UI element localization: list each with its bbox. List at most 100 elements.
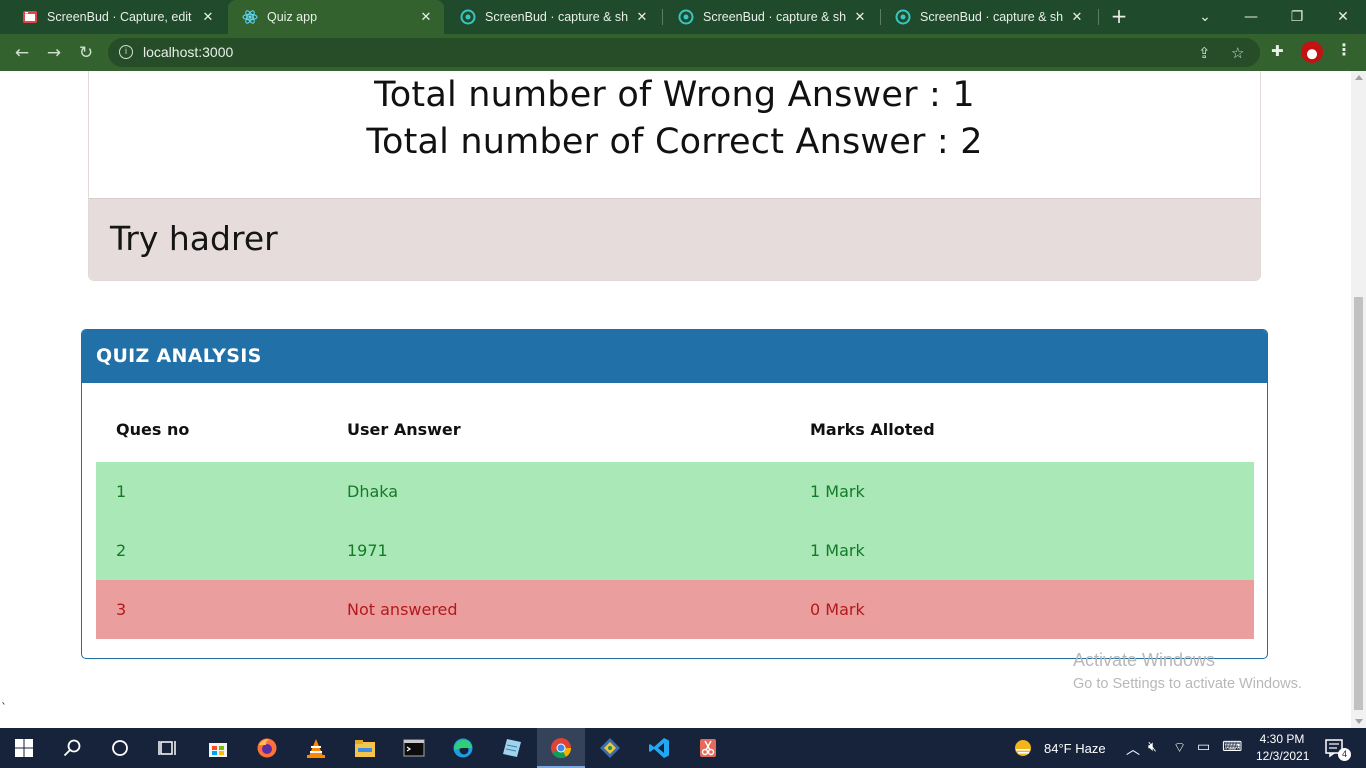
screenbud-teal-icon [678,9,694,25]
notepad-icon [503,739,521,757]
close-icon[interactable]: ✕ [852,9,868,25]
result-message-footer: Try hadrer [89,198,1260,280]
taskbar-file-explorer[interactable] [341,728,389,768]
activate-windows-watermark: Activate Windows Go to Settings to activ… [1073,650,1302,692]
tab-quiz-app[interactable]: Quiz app ✕ [228,0,444,34]
scroll-up-arrow-icon[interactable] [1355,75,1363,80]
url-text: localhost:3000 [143,44,234,60]
cell-ques-no: 2 [116,541,127,560]
cortana-button[interactable] [96,728,144,768]
tab-screenbud-4[interactable]: ScreenBud · capture & share ✕ [881,0,1095,34]
correct-answer-count: Total number of Correct Answer : 2 [366,122,983,162]
address-bar[interactable]: i localhost:3000 ⇪ ☆ [108,38,1260,67]
taskbar-firefox[interactable] [243,728,291,768]
vlc-icon [307,739,325,758]
windows-taskbar: 84°F Haze ︿ 🔇︎ ⌔ ▭ ⌨ 4:30 PM 12/3/2021 4 [0,728,1366,768]
cell-user-answer: Dhaka [347,482,399,501]
terminal-icon [403,739,425,757]
table-header-row: Ques no User Answer Marks Alloted [96,404,1254,462]
browser-tab-bar: ScreenBud · Capture, edit & s ✕ Quiz app… [0,0,1366,34]
screenbud-teal-icon [460,9,476,25]
weather-haze-icon[interactable] [1013,738,1033,758]
table-row: 3 Not answered 0 Mark [96,580,1254,639]
bookmark-star-icon[interactable]: ☆ [1231,44,1244,62]
extensions-puzzle-icon[interactable]: ✚ [1271,42,1284,60]
notification-count-badge: 4 [1338,748,1351,761]
profile-avatar[interactable] [1301,41,1323,63]
column-header-marks-alloted: Marks Alloted [810,420,935,439]
task-view-button[interactable] [144,728,192,768]
taskbar-chrome[interactable] [537,728,585,768]
analysis-table: Ques no User Answer Marks Alloted 1 Dhak… [96,404,1254,639]
info-icon[interactable]: i [119,45,133,59]
table-row: 2 1971 1 Mark [96,521,1254,580]
taskbar-snipping-tool[interactable] [684,728,732,768]
microsoft-store-icon [209,743,227,757]
screenbud-red-icon [23,11,37,23]
close-icon[interactable]: ✕ [200,9,216,25]
keyboard-icon[interactable]: ⌨ [1222,739,1242,755]
tab-screenbud-1[interactable]: ScreenBud · Capture, edit & s ✕ [8,0,226,34]
taskbar-vscode[interactable] [635,728,683,768]
close-window-button[interactable]: ✕ [1320,0,1366,34]
table-row: 1 Dhaka 1 Mark [96,462,1254,521]
react-icon [242,10,258,24]
browser-toolbar: ← → ↻ i localhost:3000 ⇪ ☆ ✚ ⋮ [0,34,1366,71]
forward-arrow-icon[interactable]: → [42,41,66,65]
quiz-analysis-header: QUIZ ANALYSIS [82,330,1267,383]
diamond-app-icon [600,738,620,758]
search-icon [63,739,81,757]
minimize-button[interactable]: — [1228,0,1274,34]
watermark-line-2: Go to Settings to activate Windows. [1073,676,1302,692]
tab-title: ScreenBud · Capture, edit & s [47,10,194,24]
tab-separator [662,9,663,25]
wifi-icon[interactable]: ⌔ [1173,739,1186,757]
close-icon[interactable]: ✕ [1069,9,1085,25]
result-message: Try hadrer [110,219,278,258]
tab-separator [1098,9,1099,25]
chrome-icon [551,738,572,759]
clock-time[interactable]: 4:30 PM [1256,732,1308,746]
reload-icon[interactable]: ↻ [74,41,98,65]
page-viewport: Total number of Wrong Answer : 1 Total n… [0,71,1366,728]
taskbar-git-app[interactable] [586,728,634,768]
share-icon[interactable]: ⇪ [1198,44,1211,62]
tab-title: ScreenBud · capture & share [703,10,846,24]
restore-button[interactable]: ❐ [1274,0,1320,34]
close-icon[interactable]: ✕ [634,9,650,25]
tab-search-chevron-icon[interactable]: ⌄ [1182,0,1228,34]
clock-date[interactable]: 12/3/2021 [1256,749,1309,763]
taskbar-notepad[interactable] [488,728,536,768]
search-button[interactable] [48,728,96,768]
scroll-down-arrow-icon[interactable] [1355,719,1363,724]
start-button[interactable] [0,728,48,768]
taskbar-vlc[interactable] [292,728,340,768]
back-arrow-icon[interactable]: ← [10,41,34,65]
speaker-muted-icon[interactable]: 🔇︎ [1148,739,1157,755]
quiz-analysis-card: QUIZ ANALYSIS Ques no User Answer Marks … [81,329,1268,659]
chevron-up-icon[interactable]: ︿ [1126,739,1140,759]
tab-screenbud-2[interactable]: ScreenBud · capture & share ✕ [446,0,660,34]
result-card: Total number of Wrong Answer : 1 Total n… [88,71,1261,281]
new-tab-button[interactable]: + [1108,6,1130,28]
scrollbar-thumb[interactable] [1354,297,1363,710]
taskbar-edge[interactable] [439,728,487,768]
edge-icon [453,738,473,758]
weather-text[interactable]: 84°F Haze [1044,741,1106,756]
tab-screenbud-3[interactable]: ScreenBud · capture & share ✕ [664,0,878,34]
more-menu-icon[interactable]: ⋮ [1336,40,1352,59]
stray-character: ` [1,701,7,715]
battery-icon[interactable]: ▭ [1197,739,1210,755]
tab-title: ScreenBud · capture & share [485,10,628,24]
cell-marks: 1 Mark [810,541,865,560]
cell-ques-no: 1 [116,482,127,501]
vertical-scrollbar[interactable] [1351,71,1366,728]
close-icon[interactable]: ✕ [418,9,434,25]
taskbar-store[interactable] [194,728,242,768]
taskbar-terminal[interactable] [390,728,438,768]
tab-title: Quiz app [267,10,318,24]
column-header-ques-no: Ques no [116,420,190,439]
cell-user-answer: Not answered [347,600,458,619]
column-header-user-answer: User Answer [347,420,461,439]
cell-ques-no: 3 [116,600,127,619]
